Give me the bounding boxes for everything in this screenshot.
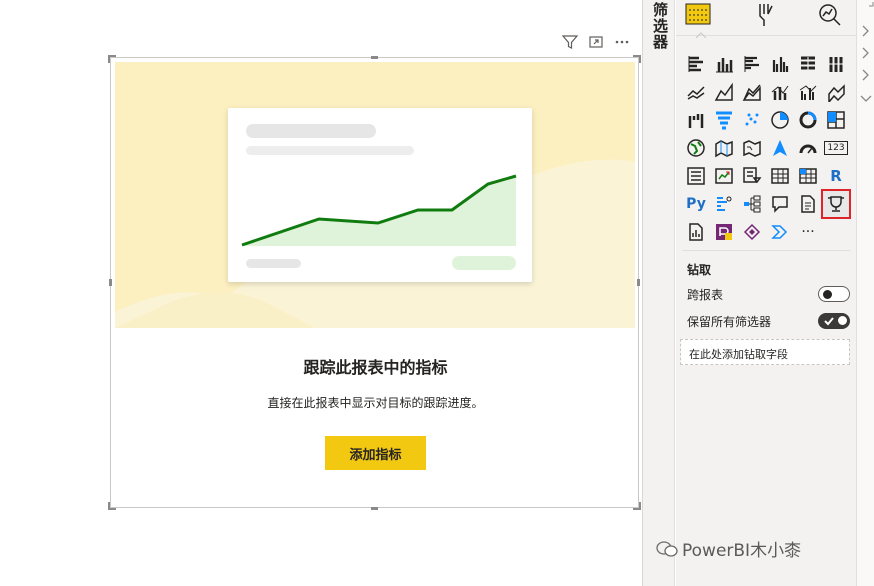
donut-chart-icon[interactable] [794, 106, 822, 134]
python-visual-icon[interactable]: Py [682, 190, 710, 218]
clustered-column-chart-icon[interactable] [766, 50, 794, 78]
drillthrough-drop-zone[interactable]: 在此处添加钻取字段 [680, 339, 850, 365]
keep-filters-label: 保留所有筛选器 [687, 315, 772, 329]
matrix-icon[interactable] [794, 162, 822, 190]
report-canvas: 跟踪此报表中的指标 直接在此报表中显示对目标的跟踪进度。 添加指标 [0, 0, 642, 586]
100-stacked-column-chart-icon[interactable] [822, 50, 850, 78]
clustered-bar-chart-icon[interactable] [738, 50, 766, 78]
r-visual-icon[interactable]: R [822, 162, 850, 190]
resize-handle-ne[interactable] [633, 55, 641, 63]
visual-types-gallery: 123 R Py ··· [682, 50, 851, 246]
wechat-icon [656, 540, 678, 557]
gauge-icon[interactable] [794, 134, 822, 162]
resize-handle-w[interactable] [109, 279, 112, 286]
azure-map-icon[interactable] [766, 134, 794, 162]
fields-pane-collapsed[interactable] [856, 0, 874, 586]
filled-map-icon[interactable] [710, 134, 738, 162]
line-and-stacked-column-chart-icon[interactable] [766, 78, 794, 106]
resize-handle-e[interactable] [637, 279, 640, 286]
power-apps-icon[interactable] [710, 218, 738, 246]
resize-handle-sw[interactable] [108, 502, 116, 510]
get-more-visuals-icon[interactable] [766, 218, 794, 246]
smart-narrative-icon[interactable] [794, 190, 822, 218]
table-icon[interactable] [766, 162, 794, 190]
resize-handle-s[interactable] [371, 507, 378, 510]
line-and-clustered-column-chart-icon[interactable] [794, 78, 822, 106]
format-tab-icon[interactable] [752, 2, 780, 28]
visualizations-pane: 123 R Py ··· 钻取 跨报表 保留所有筛选器 在此处添加钻取字段 [676, 0, 856, 586]
cross-report-label: 跨报表 [687, 288, 724, 302]
slicer-icon[interactable] [738, 162, 766, 190]
watermark: PowerBI木小桼 [656, 536, 801, 561]
filters-pane-label[interactable]: 筛选器 [650, 2, 671, 50]
resize-handle-se[interactable] [633, 502, 641, 510]
watermark-text: PowerBI木小桼 [682, 541, 802, 561]
area-chart-icon[interactable] [710, 78, 738, 106]
power-automate-icon[interactable] [738, 218, 766, 246]
viz-pane-tabs [676, 0, 856, 36]
ribbon-chart-icon[interactable] [822, 78, 850, 106]
paginated-report-icon[interactable] [682, 218, 710, 246]
metrics-title: 跟踪此报表中的指标 [303, 358, 448, 377]
visual-header-toolbar [561, 34, 630, 54]
shape-map-icon[interactable] [738, 134, 766, 162]
stacked-column-chart-icon[interactable] [710, 50, 738, 78]
stacked-area-chart-icon[interactable] [738, 78, 766, 106]
qa-icon[interactable] [766, 190, 794, 218]
build-visual-tab-icon[interactable] [684, 2, 712, 28]
filters-pane-collapsed[interactable] [643, 0, 675, 586]
card-icon[interactable]: 123 [822, 134, 850, 162]
section-divider [682, 250, 850, 251]
100-stacked-bar-chart-icon[interactable] [794, 50, 822, 78]
more-visuals-icon[interactable]: ··· [794, 218, 822, 246]
treemap-icon[interactable] [822, 106, 850, 134]
filter-icon[interactable] [561, 34, 579, 54]
funnel-chart-icon[interactable] [710, 106, 738, 134]
tab-pointer-icon [696, 32, 706, 38]
add-metric-button[interactable]: 添加指标 [325, 436, 426, 470]
multi-row-card-icon[interactable] [682, 162, 710, 190]
illustration-card [228, 108, 532, 282]
metrics-illustration [115, 62, 635, 328]
waterfall-chart-icon[interactable] [682, 106, 710, 134]
pie-chart-icon[interactable] [766, 106, 794, 134]
key-influencers-icon[interactable] [710, 190, 738, 218]
drillthrough-heading: 钻取 [687, 263, 712, 277]
more-options-icon[interactable] [614, 34, 630, 54]
decomposition-tree-icon[interactable] [738, 190, 766, 218]
metrics-visual[interactable]: 跟踪此报表中的指标 直接在此报表中显示对目标的跟踪进度。 添加指标 [110, 57, 639, 508]
stacked-bar-chart-icon[interactable] [682, 50, 710, 78]
cross-report-toggle[interactable] [818, 286, 850, 302]
metrics-icon[interactable] [821, 189, 851, 219]
analytics-tab-icon[interactable] [816, 2, 844, 28]
resize-handle-n[interactable] [371, 56, 378, 59]
kpi-icon[interactable] [710, 162, 738, 190]
metrics-subtitle: 直接在此报表中显示对目标的跟踪进度。 [267, 396, 484, 410]
focus-mode-icon[interactable] [588, 34, 604, 54]
map-icon[interactable] [682, 134, 710, 162]
resize-handle-nw[interactable] [108, 55, 116, 63]
line-chart-icon[interactable] [682, 78, 710, 106]
keep-filters-toggle[interactable] [818, 313, 850, 329]
scatter-chart-icon[interactable] [738, 106, 766, 134]
